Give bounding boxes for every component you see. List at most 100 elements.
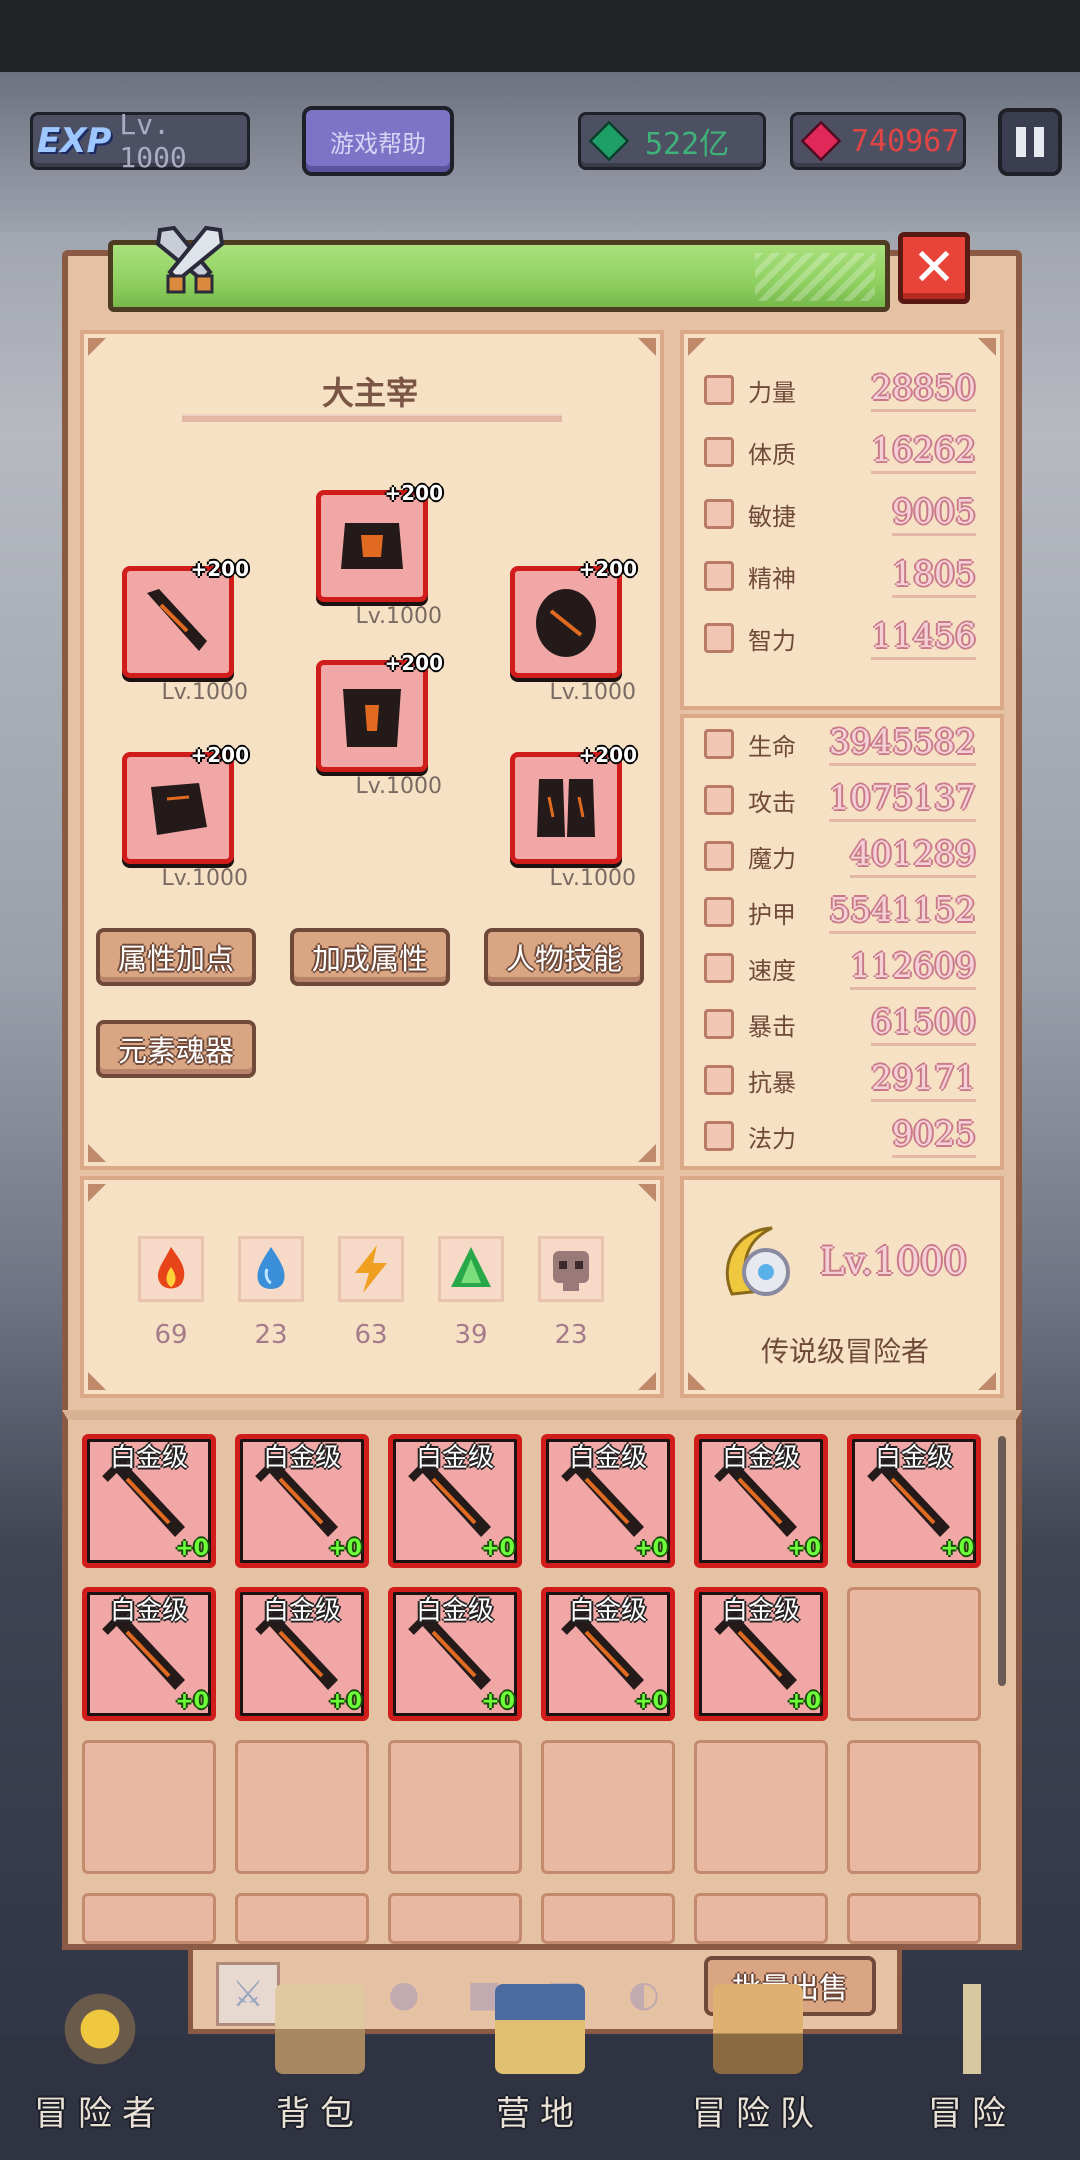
- inventory-empty-slot[interactable]: [541, 1740, 675, 1874]
- item-enhance-level: +0: [328, 1689, 362, 1714]
- inventory-empty-slot[interactable]: [82, 1740, 216, 1874]
- equip-level: Lv.1000: [549, 680, 636, 705]
- item-enhance-level: +0: [787, 1689, 821, 1714]
- inventory-empty-slot[interactable]: [235, 1740, 369, 1874]
- inventory-empty-slot[interactable]: [541, 1893, 675, 1944]
- equip-slot-armor[interactable]: +200: [316, 651, 443, 772]
- crit-icon: [704, 1009, 734, 1039]
- ruby-currency[interactable]: 740967: [790, 112, 966, 170]
- item-grade-label: 白金级: [568, 1443, 647, 1473]
- stat-row-agility: 敏捷 9005: [700, 492, 990, 536]
- heart-icon: [704, 729, 734, 759]
- inventory-empty-slot[interactable]: [235, 1893, 369, 1944]
- crossed-swords-icon: [155, 225, 225, 294]
- skull-element-icon[interactable]: [538, 1236, 604, 1302]
- nav-team[interactable]: 冒险队: [668, 1984, 848, 2160]
- stat-row-crit-resist: 抗暴 29171: [700, 1058, 990, 1102]
- equip-level: Lv.1000: [355, 604, 442, 629]
- inventory-item-slot[interactable]: 白金级 +0: [694, 1434, 828, 1568]
- game-help-button[interactable]: 游戏帮助: [302, 106, 454, 176]
- camp-icon: [495, 1984, 585, 2074]
- inventory-empty-slot[interactable]: [847, 1740, 981, 1874]
- inventory-empty-slot[interactable]: [847, 1587, 981, 1721]
- inventory-empty-slot[interactable]: [388, 1893, 522, 1944]
- bonus-attributes-button[interactable]: 加成属性: [290, 928, 450, 986]
- inventory-empty-slot[interactable]: [847, 1893, 981, 1944]
- earth-element-icon[interactable]: [438, 1236, 504, 1302]
- equip-slot-shield[interactable]: +200: [510, 557, 637, 678]
- close-button[interactable]: ✕: [898, 232, 970, 304]
- attribute-points-button[interactable]: 属性加点: [96, 928, 256, 986]
- water-element-icon[interactable]: [238, 1236, 304, 1302]
- rank-emblem-icon: [725, 1226, 790, 1296]
- equip-slot-weapon[interactable]: +200: [122, 557, 249, 678]
- inventory-item-slot[interactable]: 白金级 +0: [694, 1587, 828, 1721]
- pause-icon: [1016, 127, 1026, 157]
- gloves-icon: [151, 783, 207, 835]
- inventory-item-slot[interactable]: 白金级 +0: [847, 1434, 981, 1568]
- inventory-item-slot[interactable]: 白金级 +0: [235, 1434, 369, 1568]
- skull-element-value: 23: [554, 1320, 588, 1350]
- inventory-item-slot[interactable]: 白金级 +0: [82, 1434, 216, 1568]
- lightning-element-value: 63: [354, 1320, 388, 1350]
- inventory-empty-slot[interactable]: [694, 1740, 828, 1874]
- item-enhance-level: +0: [481, 1689, 515, 1714]
- backpack-icon: [275, 1984, 365, 2074]
- inventory-empty-slot[interactable]: [388, 1740, 522, 1874]
- item-enhance-level: +0: [175, 1536, 209, 1561]
- item-grade-label: 白金级: [874, 1443, 953, 1473]
- item-enhance-level: +0: [787, 1536, 821, 1561]
- inventory-item-slot[interactable]: 白金级 +0: [541, 1587, 675, 1721]
- stat-row-spirit: 精神 1805: [700, 554, 990, 598]
- name-underline: [182, 414, 562, 422]
- item-enhance-level: +0: [328, 1536, 362, 1561]
- nav-adventurer[interactable]: 冒险者: [10, 1984, 190, 2160]
- crit-resist-icon: [704, 1065, 734, 1095]
- fire-element-value: 69: [154, 1320, 188, 1350]
- shield-icon: [536, 589, 596, 657]
- equip-level: Lv.1000: [549, 866, 636, 891]
- fire-element-icon[interactable]: [138, 1236, 204, 1302]
- stat-row-armor: 护甲 5541152: [700, 890, 990, 934]
- helmet-icon: [341, 523, 403, 569]
- rank-title: 传说级冒险者: [760, 1335, 929, 1368]
- inventory-item-slot[interactable]: 白金级 +0: [388, 1587, 522, 1721]
- shield-icon: [704, 897, 734, 927]
- inventory-item-slot[interactable]: 白金级 +0: [235, 1587, 369, 1721]
- gem-currency[interactable]: 522亿: [578, 112, 766, 170]
- inventory-item-slot[interactable]: 白金级 +0: [82, 1587, 216, 1721]
- inventory-item-slot[interactable]: 白金级 +0: [388, 1434, 522, 1568]
- boot-icon: [704, 953, 734, 983]
- item-enhance-level: +0: [634, 1536, 668, 1561]
- spirit-icon: [704, 561, 734, 591]
- system-status-bar: [0, 0, 1080, 72]
- equip-level: Lv.1000: [355, 774, 442, 799]
- inventory-scrollbar[interactable]: [998, 1436, 1006, 1686]
- item-grade-label: 白金级: [568, 1596, 647, 1626]
- stat-row-attack: 攻击 1075137: [700, 778, 990, 822]
- nav-camp[interactable]: 营地: [450, 1984, 630, 2160]
- character-skills-button[interactable]: 人物技能: [484, 928, 644, 986]
- nav-backpack[interactable]: 背包: [230, 1984, 410, 2160]
- pause-button[interactable]: [998, 108, 1062, 176]
- lightning-element-icon[interactable]: [338, 1236, 404, 1302]
- equip-slot-boots[interactable]: +200: [510, 743, 637, 864]
- stat-row-critical: 暴击 61500: [700, 1002, 990, 1046]
- element-soul-button[interactable]: 元素魂器: [96, 1020, 256, 1078]
- nav-adventure[interactable]: 冒险: [882, 1984, 1062, 2160]
- inventory-item-slot[interactable]: 白金级 +0: [541, 1434, 675, 1568]
- equip-slot-helmet[interactable]: +200: [316, 481, 443, 602]
- inventory-empty-slot[interactable]: [82, 1893, 216, 1944]
- wand-icon: [704, 841, 734, 871]
- heart-icon: [704, 437, 734, 467]
- item-grade-label: 白金级: [415, 1443, 494, 1473]
- close-icon: ✕: [912, 238, 956, 298]
- water-element-value: 23: [254, 1320, 288, 1350]
- item-grade-label: 白金级: [262, 1443, 341, 1473]
- inventory-empty-slot[interactable]: [694, 1893, 828, 1944]
- item-enhance-level: +0: [175, 1689, 209, 1714]
- strength-icon: [704, 375, 734, 405]
- item-grade-label: 白金级: [262, 1596, 341, 1626]
- equip-slot-gloves[interactable]: +200: [122, 743, 249, 864]
- item-grade-label: 白金级: [415, 1596, 494, 1626]
